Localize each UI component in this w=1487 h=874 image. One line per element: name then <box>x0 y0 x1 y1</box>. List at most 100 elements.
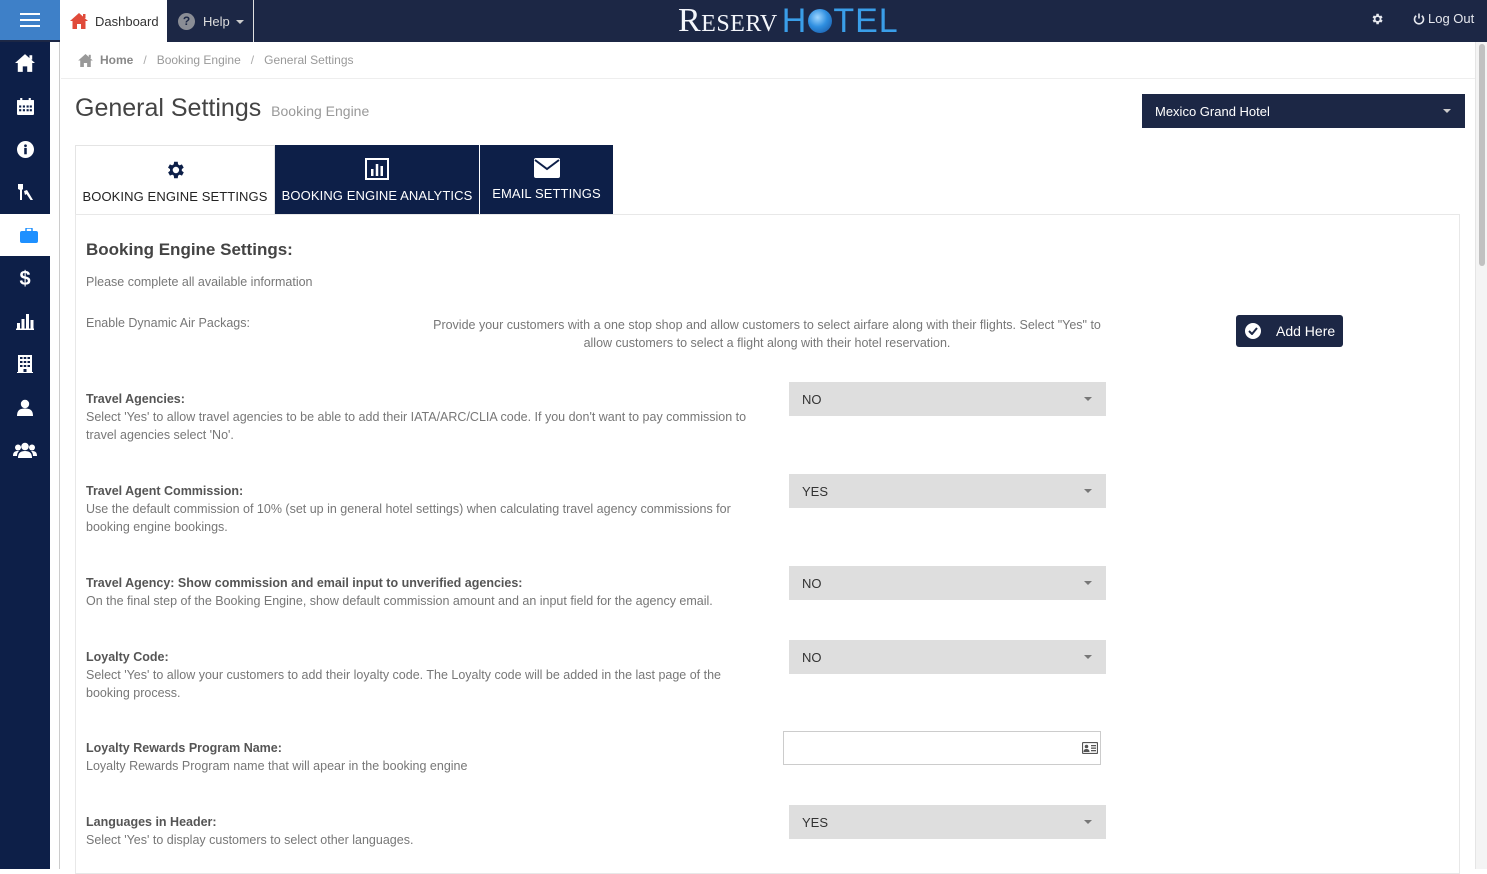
breadcrumb-separator: / <box>143 53 147 67</box>
page-scrollbar[interactable] <box>1475 42 1487 869</box>
svg-text:$: $ <box>19 268 30 288</box>
gear-icon <box>168 161 184 179</box>
air-packages-label: Enable Dynamic Air Packags: <box>86 316 250 330</box>
setting-title: Loyalty Rewards Program Name: <box>86 741 282 755</box>
keys-icon <box>18 184 33 200</box>
tab-label: EMAIL SETTINGS <box>492 186 601 201</box>
chevron-down-icon <box>1443 109 1451 113</box>
sidebar-item-user[interactable] <box>0 386 50 428</box>
setting-loyalty-code: Loyalty Code: Select 'Yes' to allow your… <box>86 648 756 702</box>
tab-booking-engine-analytics[interactable]: BOOKING ENGINE ANALYTICS <box>275 145 480 215</box>
sidebar-item-users[interactable] <box>0 429 50 471</box>
home-icon <box>78 53 93 67</box>
scrollbar-thumb[interactable] <box>1479 44 1485 266</box>
setting-title: Languages in Header: <box>86 815 217 829</box>
travel-agencies-select[interactable]: NO <box>789 382 1106 416</box>
hotel-select[interactable]: Mexico Grand Hotel <box>1142 94 1465 128</box>
user-icon <box>17 399 33 416</box>
add-here-button[interactable]: Add Here <box>1236 315 1343 347</box>
sidebar-item-keys[interactable] <box>0 171 50 213</box>
languages-header-select[interactable]: YES <box>789 805 1106 839</box>
id-card-icon <box>1082 742 1098 754</box>
sidebar-item-home[interactable] <box>0 42 50 84</box>
breadcrumb-separator: / <box>250 53 255 67</box>
tab-email-settings[interactable]: EMAIL SETTINGS <box>480 145 613 215</box>
gear-icon <box>1372 13 1383 25</box>
select-value: NO <box>802 649 822 665</box>
setting-description: Use the default commission of 10% (set u… <box>86 502 731 534</box>
setting-title: Travel Agent Commission: <box>86 484 244 498</box>
info-icon <box>16 140 34 158</box>
page-subtitle: Booking Engine <box>271 103 370 119</box>
select-value: YES <box>802 814 829 830</box>
top-navbar: Dashboard ? Help Reserv H TEL Log Out <box>0 0 1487 42</box>
chevron-down-icon <box>235 20 244 24</box>
setting-description: Select 'Yes' to allow your customers to … <box>86 668 722 700</box>
chevron-down-icon <box>1084 489 1092 493</box>
breadcrumb-home-label: Home <box>100 53 134 67</box>
setting-unverified-agencies: Travel Agency: Show commission and email… <box>86 574 756 610</box>
calendar-icon <box>16 97 34 115</box>
sidebar-item-billing[interactable]: $ <box>0 257 50 299</box>
breadcrumb-booking-engine[interactable]: Booking Engine <box>157 53 241 67</box>
logo-letter-h: H <box>781 1 808 40</box>
logo-text-reserv: Reserv <box>678 2 778 39</box>
unverified-agencies-select[interactable]: NO <box>789 566 1106 600</box>
dollar-icon: $ <box>19 268 30 288</box>
sidebar-divider <box>50 42 60 869</box>
setting-travel-agent-commission: Travel Agent Commission: Use the default… <box>86 482 756 536</box>
help-dropdown[interactable]: ? Help <box>167 0 254 42</box>
sidebar-item-reports[interactable] <box>0 300 50 342</box>
bar-chart-icon <box>365 158 389 180</box>
reservhotel-logo: Reserv H TEL <box>678 2 899 40</box>
chevron-down-icon <box>1084 397 1092 401</box>
tab-booking-engine-settings[interactable]: BOOKING ENGINE SETTINGS <box>75 145 275 215</box>
select-value: YES <box>802 483 829 499</box>
loyalty-program-name-field[interactable] <box>783 731 1101 765</box>
sidebar-item-info[interactable] <box>0 128 50 170</box>
setting-title: Loyalty Code: <box>86 650 169 664</box>
tab-label: BOOKING ENGINE ANALYTICS <box>281 188 473 203</box>
chevron-down-icon <box>1084 581 1092 585</box>
power-icon <box>1413 13 1425 25</box>
add-here-label: Add Here <box>1276 323 1336 339</box>
travel-agent-commission-select[interactable]: YES <box>789 474 1106 508</box>
sidebar-item-properties[interactable] <box>0 343 50 385</box>
setting-description: Loyalty Rewards Program name that will a… <box>86 759 468 773</box>
sidebar: $ <box>0 42 58 869</box>
dashboard-label: Dashboard <box>95 13 159 29</box>
settings-button[interactable] <box>1370 12 1384 31</box>
breadcrumb: Home / Booking Engine / General Settings <box>61 42 1475 79</box>
logout-button[interactable]: Log Out <box>1413 11 1474 26</box>
loyalty-program-name-input[interactable] <box>784 732 1100 764</box>
sidebar-item-calendar[interactable] <box>0 85 50 127</box>
breadcrumb-current: General Settings <box>264 53 354 67</box>
select-value: NO <box>802 391 822 407</box>
page-title-text: General Settings <box>75 94 262 122</box>
menu-toggle-button[interactable] <box>0 0 60 40</box>
hotel-select-value: Mexico Grand Hotel <box>1155 103 1270 119</box>
briefcase-icon <box>20 227 38 243</box>
setting-description: Select 'Yes' to allow travel agencies to… <box>86 410 747 442</box>
air-packages-description: Provide your customers with a one stop s… <box>433 318 1101 350</box>
hamburger-icon <box>20 11 40 29</box>
loyalty-code-select[interactable]: NO <box>789 640 1106 674</box>
home-icon <box>70 13 88 29</box>
check-circle-icon <box>1245 323 1261 339</box>
building-icon <box>17 355 33 373</box>
question-icon: ? <box>178 12 195 30</box>
setting-title: Travel Agency: Show commission and email… <box>86 576 523 590</box>
dashboard-tab[interactable]: Dashboard <box>60 0 167 42</box>
settings-panel <box>75 214 1460 874</box>
section-note: Please complete all available informatio… <box>86 275 313 289</box>
setting-languages-header: Languages in Header: Select 'Yes' to dis… <box>86 813 756 849</box>
setting-loyalty-program-name: Loyalty Rewards Program Name: Loyalty Re… <box>86 739 756 775</box>
page-title: General Settings Booking Engine <box>75 94 369 123</box>
breadcrumb-home[interactable]: Home <box>78 53 133 67</box>
tab-label: BOOKING ENGINE SETTINGS <box>82 189 268 204</box>
home-icon <box>15 54 35 72</box>
settings-tabs: BOOKING ENGINE SETTINGS BOOKING ENGINE A… <box>75 145 613 215</box>
users-icon <box>13 442 37 458</box>
setting-title: Travel Agencies: <box>86 392 185 406</box>
chevron-down-icon <box>1084 820 1092 824</box>
